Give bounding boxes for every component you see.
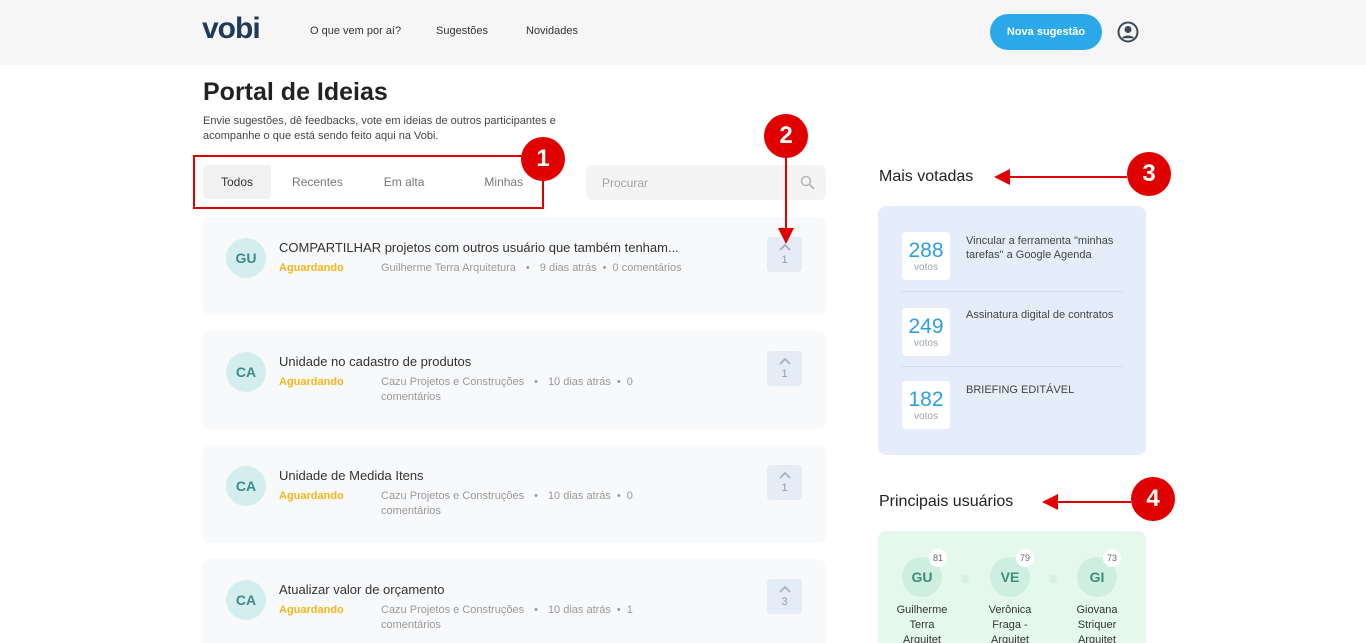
annotation-marker-1: 1 — [521, 137, 565, 181]
idea-meta: Cazu Projetos e Construções • 10 dias atrá… — [381, 376, 633, 403]
idea-comments-label: comentários — [381, 505, 441, 517]
top-navigation-bar: vobi O que vem por aí? Sugestões Novidad… — [0, 0, 1366, 65]
vote-count-box: 288 votos — [902, 232, 950, 280]
search-icon[interactable] — [800, 175, 815, 190]
chevron-up-icon — [778, 357, 791, 365]
vote-total: 288 — [908, 238, 944, 262]
vote-total: 249 — [908, 314, 944, 338]
vobi-logo[interactable]: vobi — [202, 12, 261, 46]
annotation-marker-2: 2 — [764, 114, 808, 158]
user-name[interactable]: Verônica Fraga - Arquitet — [978, 603, 1042, 643]
nav-link-sugestoes[interactable]: Sugestões — [436, 25, 488, 37]
idea-title[interactable]: COMPARTILHAR projetos com outros usuário… — [279, 240, 709, 255]
upvote-button[interactable]: 1 — [767, 351, 802, 386]
top-voted-title[interactable]: BRIEFING EDITÁVEL — [966, 383, 1126, 397]
separator-dot — [1049, 575, 1057, 583]
status-badge: Aguardando — [279, 262, 344, 274]
idea-comment-count: 0 — [612, 262, 619, 274]
nav-link-o-que-vem[interactable]: O que vem por aí? — [310, 25, 401, 37]
vote-count: 1 — [781, 482, 788, 494]
idea-meta: Guilherme Terra Arquitetura • 9 dias atrás… — [381, 262, 682, 274]
annotation-box-tabs — [193, 155, 544, 209]
idea-meta: Cazu Projetos e Construções • 10 dias atrá… — [381, 490, 633, 517]
idea-time: 9 dias atrás — [539, 262, 597, 274]
vote-count-box: 249 votos — [902, 308, 950, 356]
page: vobi O que vem por aí? Sugestões Novidad… — [0, 0, 1366, 643]
vote-count: 1 — [781, 254, 788, 266]
page-subtitle: Envie sugestões, dê feedbacks, vote em i… — [203, 115, 556, 142]
idea-author: Cazu Projetos e Construções — [381, 604, 525, 616]
idea-comments-label: comentários — [381, 619, 441, 631]
page-title: Portal de Ideias — [203, 78, 388, 106]
idea-author: Cazu Projetos e Construções — [381, 490, 525, 502]
idea-author: Guilherme Terra Arquitetura — [381, 262, 516, 274]
idea-card[interactable]: CA Unidade de Medida Itens Aguardando Ca… — [202, 445, 826, 543]
top-voted-item[interactable]: 182 votos BRIEFING EDITÁVEL — [902, 366, 1122, 441]
idea-card[interactable]: CA Unidade no cadastro de produtos Aguar… — [202, 331, 826, 429]
chevron-up-icon — [778, 471, 791, 479]
upvote-button[interactable]: 1 — [767, 465, 802, 500]
mais-votadas-panel: 288 votos Vincular a ferramenta "minhas … — [878, 206, 1146, 455]
idea-time: 10 dias atrás — [547, 490, 611, 502]
top-voted-title[interactable]: Vincular a ferramenta "minhas tarefas" a… — [966, 234, 1126, 262]
top-voted-item[interactable]: 249 votos Assinatura digital de contrato… — [902, 291, 1122, 366]
chevron-up-icon — [778, 585, 791, 593]
idea-card[interactable]: CA Atualizar valor de orçamento Aguardan… — [202, 559, 826, 643]
author-avatar: CA — [226, 580, 266, 620]
upvote-button[interactable]: 3 — [767, 579, 802, 614]
idea-comment-count: 0 — [626, 376, 633, 388]
idea-title[interactable]: Unidade no cadastro de produtos — [279, 354, 709, 369]
idea-card[interactable]: GU COMPARTILHAR projetos com outros usuá… — [202, 217, 826, 315]
author-avatar: CA — [226, 352, 266, 392]
principais-usuarios-panel: GU 81 Guilherme Terra Arquitet VE 79 Ver… — [878, 531, 1146, 643]
status-badge: Aguardando — [279, 376, 344, 388]
upvote-button[interactable]: 1 — [767, 237, 802, 272]
idea-meta: Cazu Projetos e Construções • 10 dias atrá… — [381, 604, 633, 631]
user-name[interactable]: Giovana Striquer Arquitet — [1065, 603, 1129, 643]
idea-comments-label: comentários — [621, 262, 682, 274]
votes-label: votos — [914, 337, 938, 349]
idea-title[interactable]: Unidade de Medida Itens — [279, 468, 709, 483]
user-score-badge: 73 — [1103, 549, 1121, 567]
user-score-badge: 79 — [1016, 549, 1034, 567]
author-avatar: GU — [226, 238, 266, 278]
idea-time: 10 dias atrás — [547, 604, 611, 616]
search-input[interactable] — [586, 165, 796, 200]
author-avatar: CA — [226, 466, 266, 506]
user-name[interactable]: Guilherme Terra Arquitet — [890, 603, 954, 643]
mais-votadas-title: Mais votadas — [879, 168, 974, 185]
votes-label: votos — [914, 261, 938, 273]
principais-usuarios-title: Principais usuários — [879, 493, 1014, 510]
status-badge: Aguardando — [279, 604, 344, 616]
separator-dot — [961, 575, 969, 583]
idea-comments-label: comentários — [381, 391, 441, 403]
idea-comment-count: 1 — [626, 604, 633, 616]
user-score-badge: 81 — [929, 549, 947, 567]
chevron-up-icon — [778, 243, 791, 251]
search-box — [586, 165, 826, 200]
user-profile-icon[interactable] — [1117, 21, 1139, 43]
new-suggestion-button[interactable]: Nova sugestão — [990, 14, 1102, 50]
idea-comment-count: 0 — [626, 490, 633, 502]
vote-count: 1 — [781, 368, 788, 380]
vote-count: 3 — [781, 596, 788, 608]
annotation-marker-3: 3 — [1127, 152, 1171, 196]
idea-title[interactable]: Atualizar valor de orçamento — [279, 582, 709, 597]
vote-total: 182 — [908, 387, 944, 411]
idea-time: 10 dias atrás — [547, 376, 611, 388]
nav-link-novidades[interactable]: Novidades — [526, 25, 578, 37]
annotation-marker-4: 4 — [1131, 477, 1175, 521]
votes-label: votos — [914, 410, 938, 422]
status-badge: Aguardando — [279, 490, 344, 502]
vote-count-box: 182 votos — [902, 381, 950, 429]
idea-author: Cazu Projetos e Construções — [381, 376, 525, 388]
top-voted-title[interactable]: Assinatura digital de contratos — [966, 308, 1126, 322]
